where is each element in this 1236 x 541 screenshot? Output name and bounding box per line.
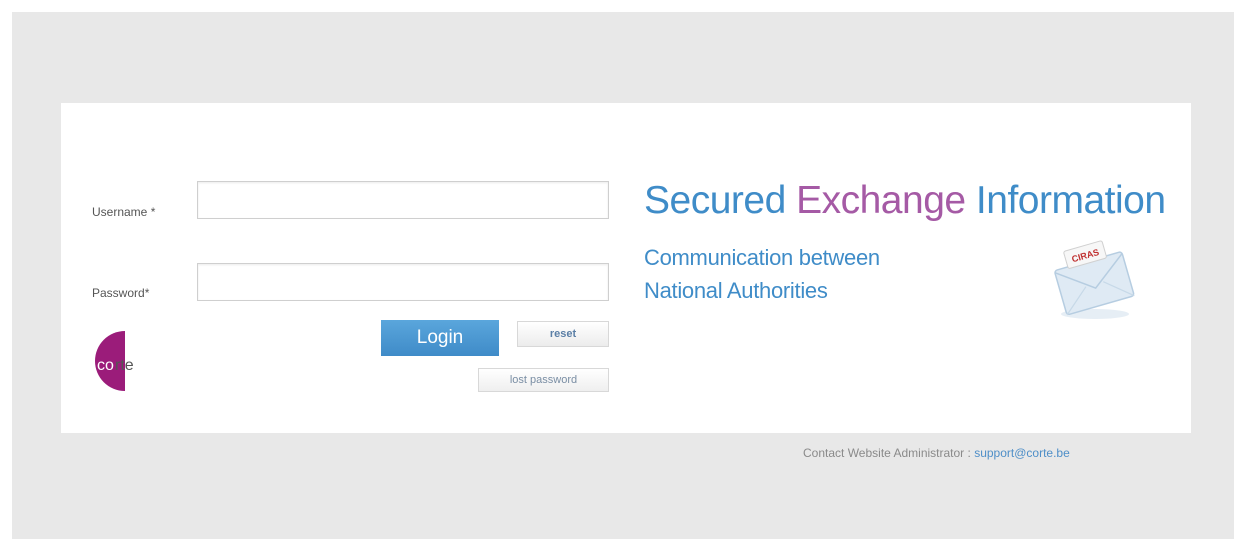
title-part-information: Information <box>965 179 1166 222</box>
corte-logo: co rte <box>91 328 161 394</box>
contact-email-link[interactable]: support@corte.be <box>974 446 1070 460</box>
page-title: Secured Exchange Information <box>644 179 1166 223</box>
reset-button[interactable]: reset <box>517 321 609 347</box>
envelope-icon: CIRAS <box>1049 238 1141 324</box>
username-input[interactable] <box>197 181 609 219</box>
contact-label: Contact Website Administrator : <box>803 446 971 460</box>
subtitle-line-1: Communication between <box>644 245 880 270</box>
lost-password-button[interactable]: lost password <box>478 368 609 392</box>
login-card: Username * Password* Login reset lost pa… <box>61 103 1191 433</box>
title-part-secured: Secured <box>644 179 797 222</box>
password-label: Password* <box>92 286 150 300</box>
username-label: Username * <box>92 205 156 219</box>
login-button[interactable]: Login <box>381 320 499 356</box>
logo-text-part-2: rte <box>115 357 134 374</box>
password-input[interactable] <box>197 263 609 301</box>
title-part-exchange: Exchange <box>796 179 966 222</box>
footer: Contact Website Administrator : support@… <box>803 446 1070 460</box>
logo-text-part: co <box>97 357 114 374</box>
subtitle-line-2: National Authorities <box>644 278 828 303</box>
subtitle: Communication between National Authoriti… <box>644 241 880 307</box>
